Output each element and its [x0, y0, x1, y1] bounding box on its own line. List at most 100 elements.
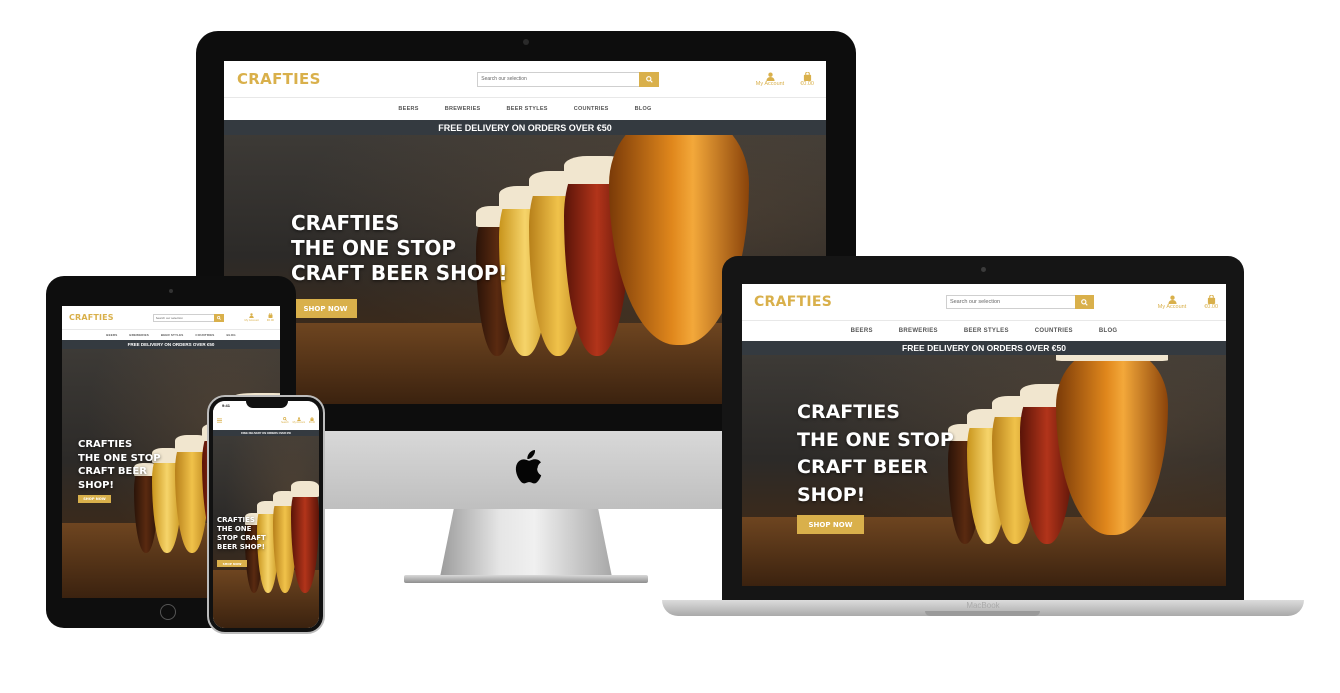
site-header: CRAFTIES My Account €0.00	[62, 306, 280, 329]
hero-line: CRAFTIES	[291, 211, 400, 235]
search-bar	[477, 71, 660, 87]
user-icon	[765, 72, 775, 81]
hero-line: SHOP!	[78, 479, 114, 491]
search-input[interactable]	[477, 71, 640, 87]
search-icon	[1081, 298, 1088, 306]
apple-logo-icon	[515, 450, 542, 484]
account-link[interactable]: My Account	[292, 416, 306, 424]
delivery-banner: FREE DELIVERY ON ORDERS OVER €50	[224, 120, 826, 135]
account-link[interactable]: My Account	[1158, 295, 1186, 310]
search-label: Search	[281, 420, 289, 424]
search-input[interactable]	[945, 295, 1076, 309]
shopping-bag-icon	[1207, 294, 1215, 304]
ipad-home-button[interactable]	[160, 604, 176, 620]
hero-line: STOP CRAFT	[217, 534, 266, 543]
macbook-screen: CRAFTIES My Account €0.00 BEERS BR	[742, 284, 1226, 586]
account-link[interactable]: My Account	[756, 72, 784, 87]
iphone-screen: 9:41 Search My Account €0.00 FREE DELIVE…	[213, 401, 319, 628]
search-input[interactable]	[152, 313, 214, 322]
nav-beer-styles[interactable]: BEER STYLES	[161, 333, 184, 337]
macbook-label: MacBook	[966, 601, 1000, 610]
nav-breweries[interactable]: BREWERIES	[445, 106, 481, 112]
hero-line: CRAFTIES	[78, 439, 133, 450]
cart-link[interactable]: €0.00	[267, 313, 274, 322]
hero-heading: CRAFTIES THE ONE STOP CRAFT BEER SHOP!	[78, 438, 161, 492]
cart-link[interactable]: €0.00	[1204, 294, 1218, 310]
nav-beer-styles[interactable]: BEER STYLES	[964, 328, 1009, 334]
search-bar	[152, 313, 224, 322]
cart-total: €0.00	[1204, 303, 1218, 310]
macbook-camera	[981, 267, 986, 272]
nav-beer-styles[interactable]: BEER STYLES	[507, 106, 548, 112]
delivery-banner: FREE DELIVERY ON ORDERS OVER €50	[62, 340, 280, 349]
site-logo[interactable]: CRAFTIES	[237, 70, 321, 88]
cart-total: €0.00	[266, 318, 274, 322]
site-logo[interactable]: CRAFTIES	[754, 294, 832, 310]
search-link[interactable]: Search	[281, 416, 289, 424]
shop-now-button[interactable]: SHOP NOW	[78, 495, 111, 503]
nav-beers[interactable]: BEERS	[851, 328, 873, 334]
header-icons: My Account €0.00	[245, 313, 274, 322]
cart-link[interactable]: €0.00	[309, 416, 315, 424]
hero-line: THE ONE STOP	[797, 428, 954, 451]
header-icons: My Account €0.00	[1158, 294, 1218, 310]
cart-link[interactable]: €0.00	[800, 71, 814, 87]
shop-now-button[interactable]: SHOP NOW	[217, 560, 247, 567]
search-icon	[216, 315, 221, 320]
account-link[interactable]: My Account	[245, 313, 259, 322]
nav-blog[interactable]: BLOG	[226, 333, 235, 337]
hero-heading: CRAFTIES THE ONE STOP CRAFT BEER SHOP!	[217, 516, 266, 552]
hero-line: THE ONE STOP	[291, 236, 457, 260]
account-label: My Account	[292, 420, 306, 424]
imac-stand-base	[404, 575, 648, 583]
delivery-banner: FREE DELIVERY ON ORDERS OVER €50	[742, 341, 1226, 355]
account-label: My Account	[244, 318, 259, 322]
hero-line: CRAFTIES	[217, 516, 255, 524]
nav-countries[interactable]: COUNTRIES	[1035, 328, 1073, 334]
mobile-site: 9:41 Search My Account €0.00 FREE DELIVE…	[213, 401, 319, 628]
site-logo[interactable]: CRAFTIES	[69, 313, 114, 322]
site-header: Search My Account €0.00	[213, 410, 319, 430]
nav-blog[interactable]: BLOG	[635, 106, 652, 112]
nav-countries[interactable]: COUNTRIES	[574, 106, 609, 112]
nav-breweries[interactable]: BREWERIES	[899, 328, 938, 334]
laptop-site: CRAFTIES My Account €0.00 BEERS BR	[742, 284, 1226, 586]
header-icons: Search My Account €0.00	[281, 416, 315, 424]
nav-beers[interactable]: BEERS	[398, 106, 418, 112]
hero-line: CRAFT BEER	[797, 456, 928, 479]
nav-countries[interactable]: COUNTRIES	[195, 333, 214, 337]
hero-section: CRAFTIES THE ONE STOP CRAFT BEER SHOP! S…	[742, 355, 1226, 586]
hero-heading: CRAFTIES THE ONE STOP CRAFT BEER SHOP!	[291, 211, 508, 286]
account-label: My Account	[1157, 303, 1187, 310]
cart-total: €0.00	[309, 420, 315, 424]
status-time: 9:41	[222, 403, 231, 408]
imac-camera	[523, 39, 529, 45]
site-header: CRAFTIES My Account €0.00	[224, 61, 826, 97]
menu-icon[interactable]	[217, 418, 222, 423]
search-icon	[645, 75, 653, 83]
hero-line: BEER SHOP!	[217, 543, 265, 552]
ipad-camera	[169, 289, 173, 293]
hero-line: SHOP!	[797, 483, 866, 506]
search-button[interactable]	[639, 71, 660, 87]
hero-line: CRAFTIES	[797, 401, 900, 423]
nav-beers[interactable]: BEERS	[106, 333, 117, 337]
imac-stand	[440, 509, 612, 577]
macbook-notch	[925, 611, 1040, 616]
hero-line: THE ONE	[217, 525, 252, 534]
header-icons: My Account €0.00	[756, 71, 814, 87]
hero-line: THE ONE STOP	[78, 452, 161, 464]
main-nav: BEERS BREWERIES BEER STYLES COUNTRIES BL…	[742, 320, 1226, 341]
main-nav: BEERS BREWERIES BEER STYLES COUNTRIES BL…	[62, 329, 280, 340]
iphone-notch	[246, 400, 288, 408]
shop-now-button[interactable]: SHOP NOW	[797, 515, 864, 534]
search-button[interactable]	[1075, 295, 1095, 309]
nav-blog[interactable]: BLOG	[1099, 328, 1118, 334]
main-nav: BEERS BREWERIES BEER STYLES COUNTRIES BL…	[224, 97, 826, 120]
shop-now-button[interactable]: SHOP NOW	[294, 299, 357, 318]
nav-breweries[interactable]: BREWERIES	[129, 333, 149, 337]
hero-heading: CRAFTIES THE ONE STOP CRAFT BEER SHOP!	[797, 399, 954, 509]
search-button[interactable]	[213, 313, 224, 322]
search-bar	[945, 295, 1095, 309]
hero-section: CRAFTIES THE ONE STOP CRAFT BEER SHOP! S…	[213, 436, 319, 628]
